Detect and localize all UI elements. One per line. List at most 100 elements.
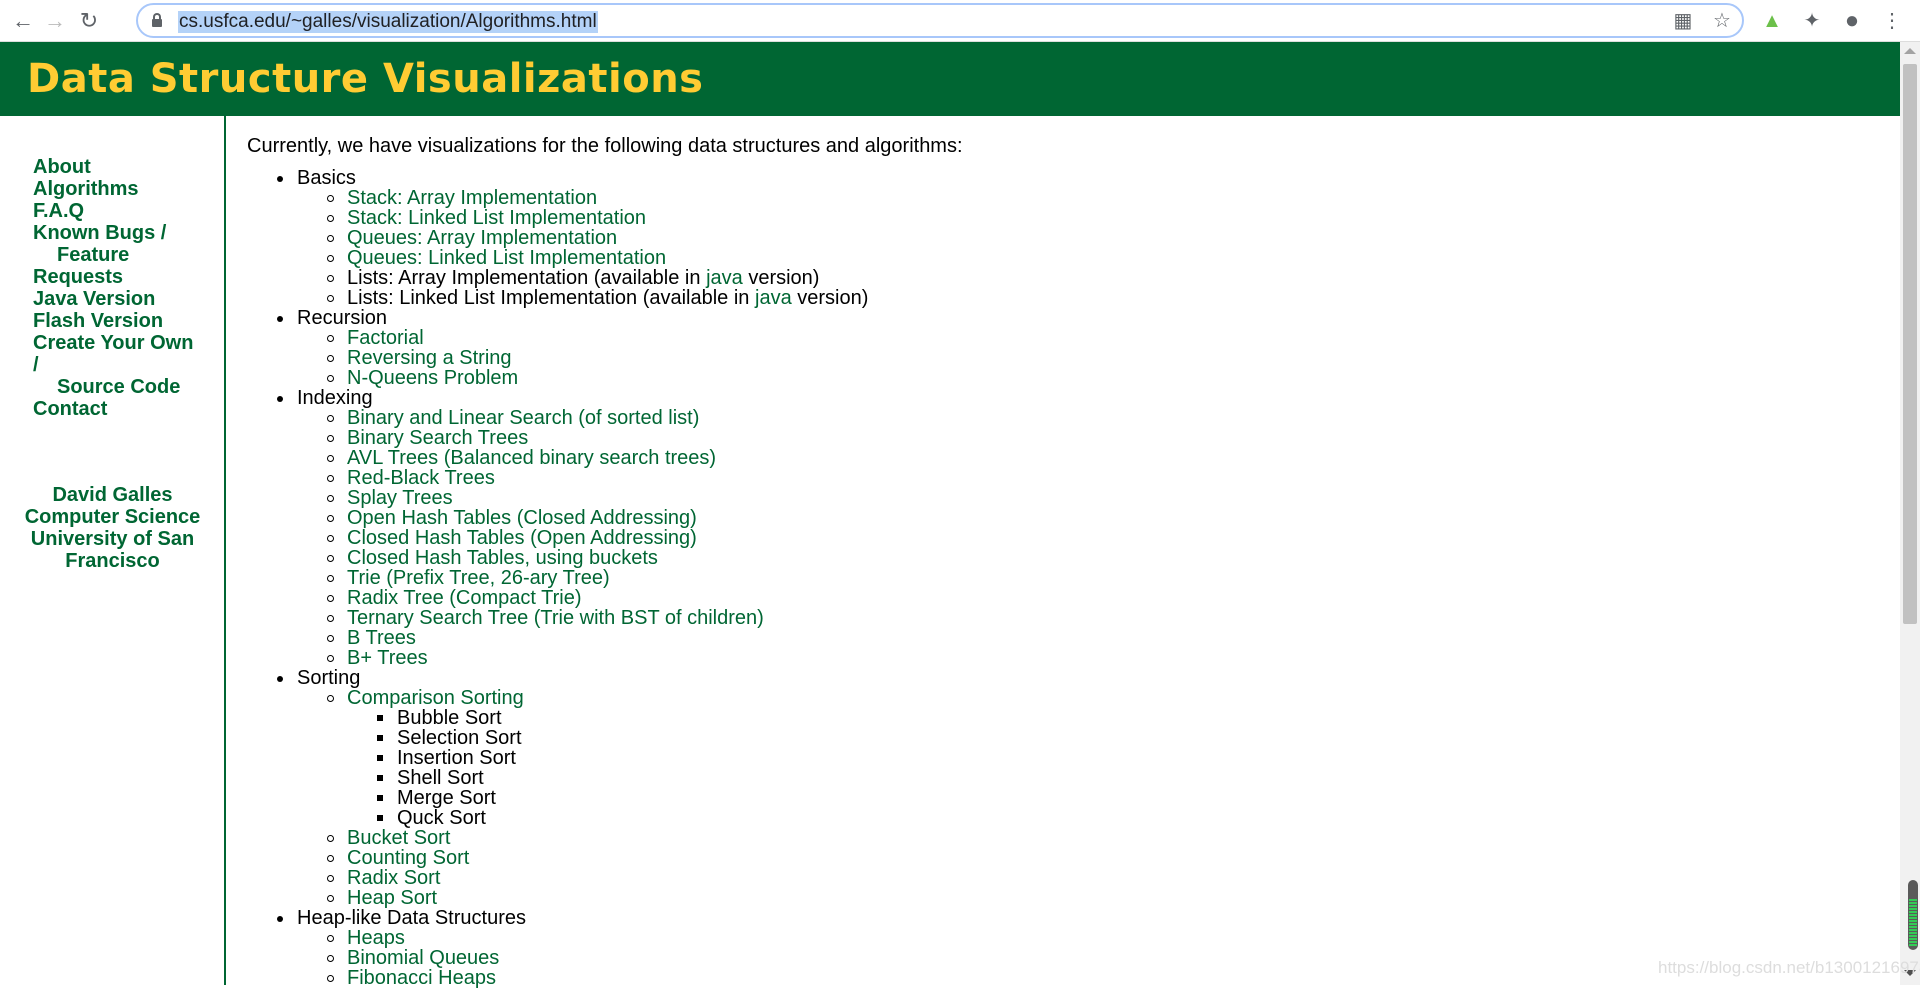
list-item: Binary and Linear Search (of sorted list…: [297, 408, 1887, 428]
list-item-text: Selection Sort: [397, 727, 522, 749]
list-item: Reversing a String: [297, 348, 1887, 368]
visualization-link[interactable]: B+ Trees: [347, 647, 428, 669]
visualization-link[interactable]: Queues: Array Implementation: [347, 227, 617, 249]
address-bar[interactable]: cs.usfca.edu/~galles/visualization/Algor…: [136, 3, 1744, 38]
visualization-link[interactable]: Closed Hash Tables, using buckets: [347, 547, 658, 569]
visualization-link[interactable]: Reversing a String: [347, 347, 512, 369]
bullet-circle-icon: [327, 655, 334, 662]
star-icon[interactable]: ☆: [1709, 8, 1735, 34]
scrollbar-thumb[interactable]: [1903, 64, 1917, 624]
visualization-link[interactable]: Heaps: [347, 927, 405, 949]
visualization-link[interactable]: Radix Tree (Compact Trie): [347, 587, 582, 609]
sidebar-item-about[interactable]: About: [33, 156, 223, 178]
list-item: Radix Sort: [297, 868, 1887, 888]
visualization-link[interactable]: java: [706, 267, 743, 289]
bullet-circle-icon: [327, 695, 334, 702]
extension-tree-icon[interactable]: ▲: [1759, 8, 1785, 34]
list-item: Splay Trees: [297, 488, 1887, 508]
list-item: Counting Sort: [297, 848, 1887, 868]
list-item: Red-Black Trees: [297, 468, 1887, 488]
sidebar-item-label: Java Version: [33, 288, 156, 310]
bullet-circle-icon: [327, 955, 334, 962]
list-item: Stack: Linked List Implementation: [297, 208, 1887, 228]
bullet-circle-icon: [327, 475, 334, 482]
visualization-link[interactable]: Ternary Search Tree (Trie with BST of ch…: [347, 607, 764, 629]
sidebar-item-java-version[interactable]: Java Version: [33, 288, 223, 310]
menu-icon[interactable]: ⋮: [1879, 8, 1905, 34]
url-text[interactable]: cs.usfca.edu/~galles/visualization/Algor…: [178, 11, 598, 33]
sidebar-item-label: Algorithms: [33, 178, 139, 200]
section-label: Sorting: [297, 667, 361, 689]
visualization-link[interactable]: Splay Trees: [347, 487, 453, 509]
visualization-link[interactable]: Fibonacci Heaps: [347, 967, 496, 989]
bullet-circle-icon: [327, 595, 334, 602]
lock-icon[interactable]: [152, 13, 162, 27]
bullet-circle-icon: [327, 235, 334, 242]
visualization-link[interactable]: Trie (Prefix Tree, 26-ary Tree): [347, 567, 610, 589]
visualization-link[interactable]: Factorial: [347, 327, 424, 349]
list-item-text: Bubble Sort: [397, 707, 502, 729]
visualization-link[interactable]: Closed Hash Tables (Open Addressing): [347, 527, 697, 549]
bullet-circle-icon: [327, 455, 334, 462]
list-item-text: Lists: Linked List Implementation (avail…: [347, 287, 755, 309]
visualization-link[interactable]: Counting Sort: [347, 847, 469, 869]
qr-icon[interactable]: ▦: [1670, 8, 1696, 34]
visualization-link[interactable]: Bucket Sort: [347, 827, 450, 849]
bullet-circle-icon: [327, 435, 334, 442]
bullet-square-icon: [377, 735, 383, 741]
visualization-link[interactable]: N-Queens Problem: [347, 367, 518, 389]
puzzle-icon[interactable]: ✦: [1799, 8, 1825, 34]
section-label: Recursion: [297, 307, 388, 329]
section-item: Basics Stack: Array Implementation Stack: …: [247, 168, 1887, 308]
list-item: Lists: Linked List Implementation (avail…: [297, 288, 1887, 308]
bullet-circle-icon: [327, 335, 334, 342]
bullet-circle-icon: [327, 975, 334, 982]
sidebar-item-known-bugs[interactable]: Known Bugs / Feature Requests: [33, 222, 223, 288]
visualization-link[interactable]: Binary Search Trees: [347, 427, 528, 449]
visualization-link[interactable]: Stack: Array Implementation: [347, 187, 597, 209]
profile-icon[interactable]: ●: [1839, 8, 1865, 34]
sidebar-item-label: Source Code: [57, 376, 181, 398]
list-item: Merge Sort: [347, 788, 1887, 808]
visualization-link[interactable]: Red-Black Trees: [347, 467, 495, 489]
list-item: Queues: Array Implementation: [297, 228, 1887, 248]
visualization-link[interactable]: AVL Trees (Balanced binary search trees): [347, 447, 716, 469]
bullet-circle-icon: [327, 875, 334, 882]
sidebar: About Algorithms F.A.Q Known Bugs / Feature R…: [0, 116, 226, 985]
bullet-circle-icon: [327, 355, 334, 362]
visualization-link[interactable]: Open Hash Tables (Closed Addressing): [347, 507, 697, 529]
list-item: Ternary Search Tree (Trie with BST of ch…: [297, 608, 1887, 628]
back-icon[interactable]: ←: [10, 8, 36, 34]
list-item-text: version): [791, 287, 869, 309]
list-item-text: Shell Sort: [397, 767, 484, 789]
sidebar-item-create-your-own[interactable]: Create Your Own / Source Code: [33, 332, 223, 398]
bullet-circle-icon: [327, 935, 334, 942]
scroll-up-icon[interactable]: [1904, 48, 1916, 54]
bullet-circle-icon: [327, 615, 334, 622]
visualization-link[interactable]: Binomial Queues: [347, 947, 499, 969]
intro-text: Currently, we have visualizations for th…: [247, 135, 963, 157]
bullet-circle-icon: [327, 215, 334, 222]
visualization-link[interactable]: Binary and Linear Search (of sorted list…: [347, 407, 699, 429]
visualization-link[interactable]: Queues: Linked List Implementation: [347, 247, 666, 269]
bullet-circle-icon: [327, 275, 334, 282]
reload-icon[interactable]: ↻: [76, 8, 102, 34]
list-item: B+ Trees: [297, 648, 1887, 668]
visualization-link[interactable]: Comparison Sorting: [347, 687, 524, 709]
sidebar-item-f-a-q[interactable]: F.A.Q: [33, 200, 223, 222]
sidebar-item-flash-version[interactable]: Flash Version: [33, 310, 223, 332]
visualization-link[interactable]: Heap Sort: [347, 887, 437, 909]
bullet-circle-icon: [327, 415, 334, 422]
sidebar-item-algorithms[interactable]: Algorithms: [33, 178, 223, 200]
visualization-link[interactable]: B Trees: [347, 627, 416, 649]
page-header: Data Structure Visualizations: [0, 42, 1900, 116]
list-item-text: Insertion Sort: [397, 747, 516, 769]
scrollbar[interactable]: [1900, 42, 1920, 985]
bullet-circle-icon: [327, 635, 334, 642]
bullet-disc-icon: [277, 916, 283, 922]
sidebar-item-contact[interactable]: Contact: [33, 398, 223, 420]
visualization-link[interactable]: java: [755, 287, 792, 309]
visualization-link[interactable]: Radix Sort: [347, 867, 440, 889]
forward-icon[interactable]: →: [42, 8, 68, 34]
visualization-link[interactable]: Stack: Linked List Implementation: [347, 207, 646, 229]
